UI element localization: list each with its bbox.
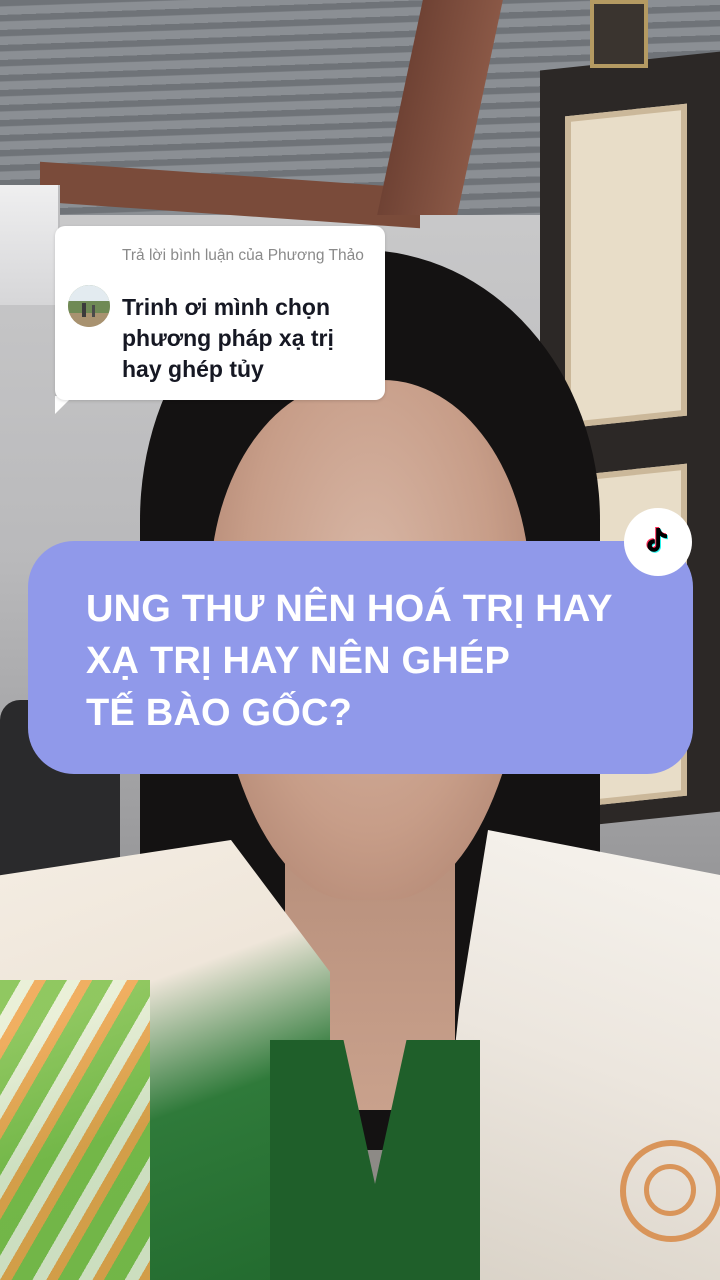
reply-comment-text: Trinh ơi mình chọn phương pháp xạ trị ha… <box>122 294 334 382</box>
shirt-sun-pattern <box>620 1140 720 1242</box>
reply-comment-card[interactable]: Trả lời bình luận của Phương Thảo Trinh … <box>55 226 385 400</box>
background-picture-frame <box>590 0 648 68</box>
background-frame-panel-top <box>565 103 687 429</box>
tiktok-logo-badge <box>624 508 692 576</box>
presenter-shirt-pattern <box>0 980 150 1280</box>
caption-text: UNG THƯ NÊN HOÁ TRỊ HAY XẠ TRỊ HAY NÊN G… <box>86 588 613 734</box>
commenter-avatar <box>68 285 110 327</box>
background-air-conditioner <box>0 185 60 305</box>
reply-card-header: Trả lời bình luận của Phương Thảo <box>122 247 364 264</box>
avatar-image <box>68 285 110 327</box>
caption-banner: UNG THƯ NÊN HOÁ TRỊ HAY XẠ TRỊ HAY NÊN G… <box>28 541 693 774</box>
tiktok-logo-icon <box>646 527 668 553</box>
